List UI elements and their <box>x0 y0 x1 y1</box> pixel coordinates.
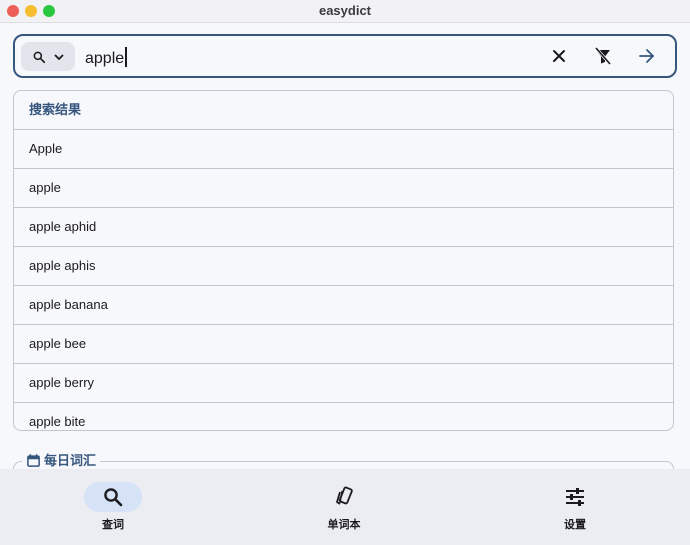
nav-wordbook[interactable]: 单词本 <box>264 469 424 545</box>
nav-lookup-label: 查词 <box>102 519 124 531</box>
cards-icon <box>336 486 353 505</box>
search-icon <box>33 51 46 64</box>
submit-search-button[interactable] <box>635 44 659 68</box>
daily-words-title: 每日词汇 <box>22 451 101 471</box>
close-icon <box>553 50 565 62</box>
daily-words-label: 每日词汇 <box>44 453 97 468</box>
calendar-icon <box>27 454 40 467</box>
result-item[interactable]: apple aphis <box>14 247 673 286</box>
filter-button[interactable] <box>591 44 615 68</box>
chevron-down-icon <box>54 54 64 61</box>
search-results-header: 搜索结果 <box>14 91 673 130</box>
sliders-icon <box>566 488 584 506</box>
nav-settings[interactable]: 设置 <box>495 469 655 545</box>
app-window: easydict apple 搜索结果 Apple apple apple ap… <box>0 0 690 545</box>
search-bar: apple <box>13 34 677 78</box>
result-item[interactable]: Apple <box>14 130 673 169</box>
filter-off-icon <box>594 47 612 65</box>
search-mode-dropdown[interactable] <box>21 42 75 71</box>
search-results-card: 搜索结果 Apple apple apple aphid apple aphis… <box>13 90 674 431</box>
search-input[interactable]: apple <box>85 47 128 68</box>
title-bar: easydict <box>0 0 690 23</box>
result-item[interactable]: apple bite <box>14 403 673 430</box>
clear-button[interactable] <box>547 44 571 68</box>
text-caret <box>125 47 128 67</box>
search-icon <box>104 488 123 507</box>
search-input-value: apple <box>85 50 125 67</box>
window-title: easydict <box>318 3 372 18</box>
result-item[interactable]: apple berry <box>14 364 673 403</box>
nav-lookup[interactable]: 查词 <box>33 469 193 545</box>
result-item[interactable]: apple <box>14 169 673 208</box>
nav-wordbook-label: 单词本 <box>327 519 361 531</box>
result-item[interactable]: apple aphid <box>14 208 673 247</box>
result-item[interactable]: apple bee <box>14 325 673 364</box>
result-item[interactable]: apple banana <box>14 286 673 325</box>
nav-settings-label: 设置 <box>564 519 586 531</box>
arrow-right-icon <box>639 49 654 63</box>
bottom-navigation: 查词 单词本 设置 <box>0 469 690 545</box>
